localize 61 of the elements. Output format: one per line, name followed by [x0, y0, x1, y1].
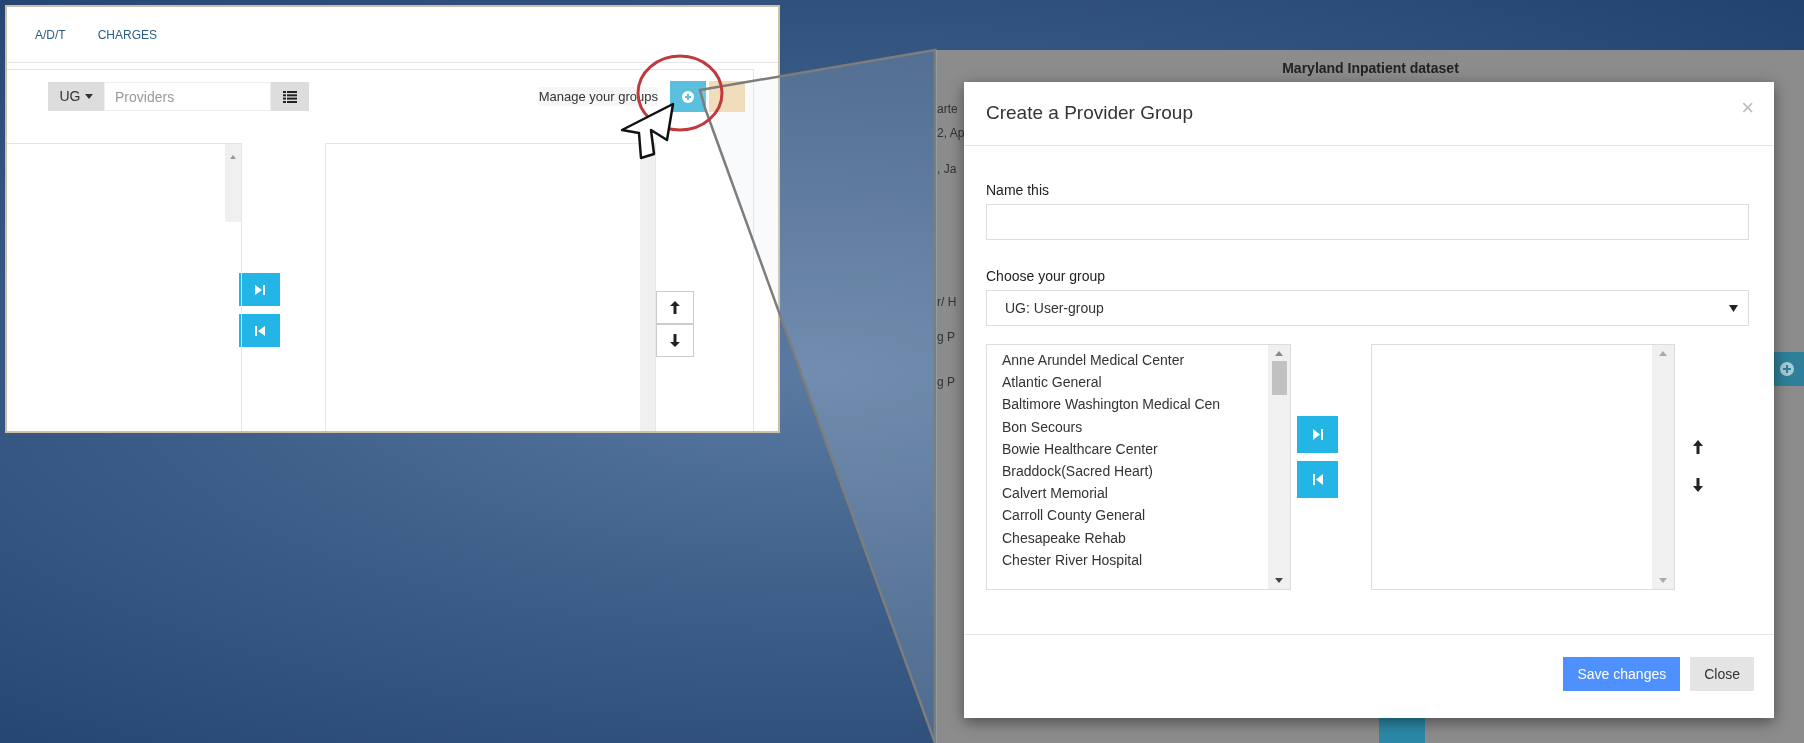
- scroll-down-icon: [1659, 578, 1667, 583]
- arrow-down-icon: [670, 334, 680, 347]
- list-option[interactable]: Baltimore Washington Medical Cen: [987, 393, 1227, 416]
- scrollbar[interactable]: [640, 144, 655, 431]
- provider-list[interactable]: [986, 344, 1291, 590]
- plus-circle-icon: [1780, 362, 1794, 376]
- background-text: 2, Ap: [937, 125, 965, 142]
- scroll-up-icon: [1275, 351, 1283, 356]
- scroll-up-icon: [1659, 351, 1667, 356]
- list-option[interactable]: Bon Secours: [987, 415, 1089, 438]
- modal-title: Create a Provider Group: [986, 102, 1193, 125]
- scroll-thumb[interactable]: [1271, 361, 1287, 395]
- arrow-up-icon: [1693, 439, 1703, 454]
- step-forward-icon: [253, 283, 266, 296]
- scrollbar[interactable]: [1268, 345, 1290, 589]
- list-option[interactable]: Carroll County General: [987, 504, 1152, 527]
- arrow-down-icon: [1693, 477, 1703, 492]
- plus-circle-icon: [682, 90, 694, 103]
- background-text: r/ H: [937, 294, 957, 311]
- step-backward-icon: [253, 324, 266, 337]
- list-option[interactable]: Anne Arundel Medical Center: [987, 349, 1191, 372]
- caret-icon: [1729, 304, 1738, 312]
- scrollbar[interactable]: [225, 144, 241, 222]
- background-text: arte: [937, 101, 958, 118]
- list-option[interactable]: Atlantic General: [987, 371, 1108, 394]
- background-text: g P: [937, 329, 955, 346]
- background-text: , Ja: [937, 161, 957, 178]
- move-button[interactable]: [1379, 718, 1425, 743]
- close-button[interactable]: Close: [1690, 657, 1754, 691]
- list-option[interactable]: Braddock(Sacred Heart): [987, 460, 1159, 483]
- scroll-down-icon: [1275, 578, 1283, 583]
- caret-icon: [84, 94, 93, 99]
- step-forward-icon: [1311, 428, 1324, 441]
- tab[interactable]: A/D/T: [35, 25, 66, 44]
- field-label: Choose your group: [986, 267, 1107, 286]
- group-select[interactable]: UG: User-group: [986, 290, 1749, 326]
- name-field[interactable]: [986, 204, 1749, 240]
- group-dropdown[interactable]: UG: [48, 82, 104, 111]
- add-group-button[interactable]: [670, 81, 706, 112]
- background-text: g P: [937, 374, 955, 391]
- list-option[interactable]: Calvert Memorial: [987, 482, 1114, 505]
- list-option[interactable]: Chester River Hospital: [987, 548, 1149, 572]
- step-backward-icon: [1311, 473, 1324, 486]
- arrow-up-icon: [670, 301, 680, 314]
- list-option[interactable]: Bowie Healthcare Center: [987, 437, 1164, 460]
- list-icon: [283, 90, 297, 103]
- scrollbar[interactable]: [1652, 345, 1674, 589]
- move-down-button[interactable]: [656, 324, 694, 357]
- page-title: Maryland Inpatient dataset: [1282, 59, 1459, 78]
- tab[interactable]: CHARGES: [97, 25, 157, 44]
- list-option[interactable]: Chesapeake Rehab: [987, 526, 1132, 549]
- move-right-button[interactable]: [239, 273, 280, 306]
- cursor-icon: [620, 102, 675, 160]
- field-label: Name this: [986, 181, 1051, 200]
- move-left-button[interactable]: [1297, 461, 1338, 498]
- list-button[interactable]: [271, 82, 309, 111]
- move-right-button[interactable]: [1297, 416, 1338, 453]
- move-left-button[interactable]: [239, 314, 280, 347]
- edit-group-button[interactable]: [709, 81, 745, 112]
- providers-field[interactable]: Providers: [104, 82, 271, 111]
- move-up-button[interactable]: [656, 291, 694, 324]
